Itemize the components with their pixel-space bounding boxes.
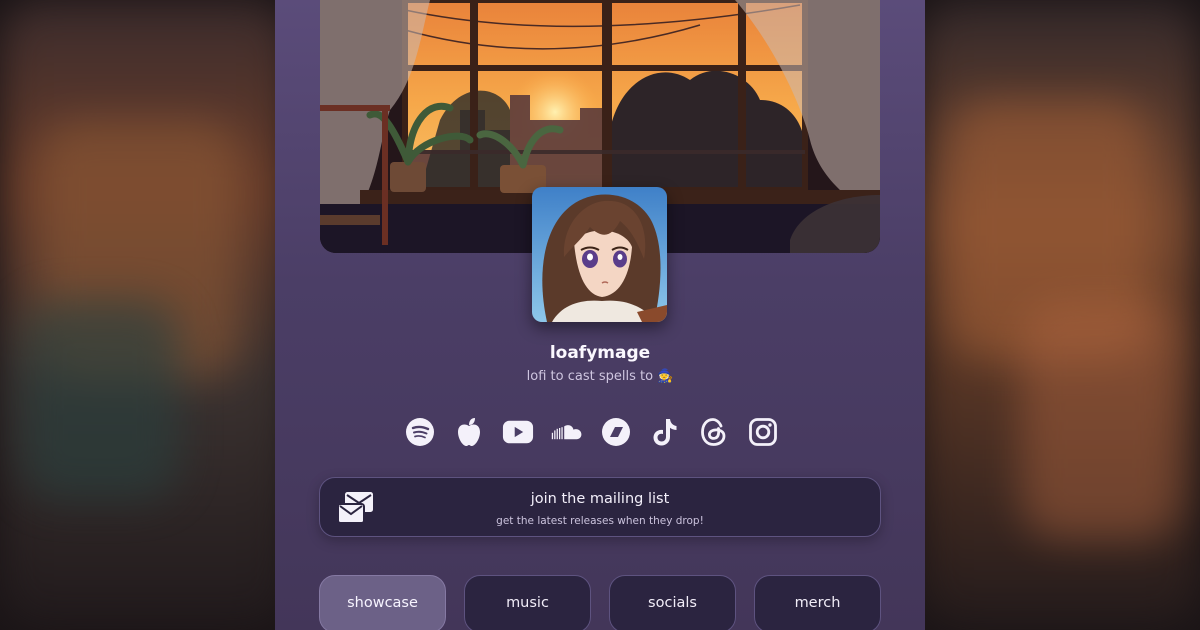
tab-music[interactable]: music bbox=[464, 575, 591, 630]
apple-icon[interactable] bbox=[453, 416, 485, 448]
background-right-curtain bbox=[1020, 300, 1180, 540]
instagram-icon[interactable] bbox=[747, 416, 779, 448]
youtube-icon[interactable] bbox=[502, 416, 534, 448]
threads-icon[interactable] bbox=[698, 416, 730, 448]
spotify-icon[interactable] bbox=[404, 416, 436, 448]
profile-tagline: lofi to cast spells to 🧙 bbox=[526, 369, 674, 384]
mailing-list-subtitle: get the latest releases when they drop! bbox=[496, 515, 704, 527]
tab-showcase[interactable]: showcase bbox=[319, 575, 446, 630]
tiktok-icon[interactable] bbox=[649, 416, 681, 448]
profile-name: loafymage bbox=[549, 343, 651, 363]
mailing-list-title: join the mailing list bbox=[530, 491, 670, 507]
background-left-plant bbox=[20, 300, 180, 500]
mailing-list-button[interactable]: join the mailing list get the latest rel… bbox=[319, 477, 881, 537]
avatar bbox=[532, 187, 667, 322]
bandcamp-icon[interactable] bbox=[600, 416, 632, 448]
social-icons-row bbox=[404, 416, 794, 448]
soundcloud-icon[interactable] bbox=[551, 416, 583, 448]
tab-socials[interactable]: socials bbox=[609, 575, 736, 630]
section-tabs: showcase music socials merch bbox=[319, 575, 881, 630]
tab-merch[interactable]: merch bbox=[754, 575, 881, 630]
